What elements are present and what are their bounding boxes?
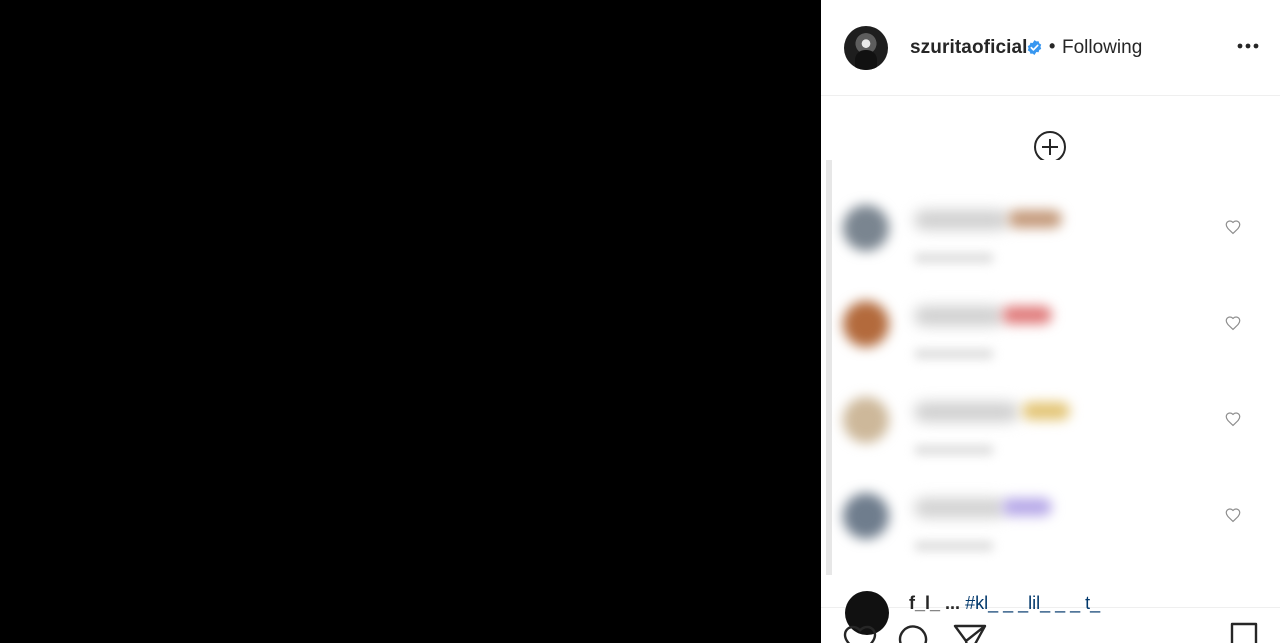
profile-avatar[interactable] [844,26,888,70]
comment-text-blurred [914,306,1004,326]
comment-like-icon[interactable] [1224,218,1242,236]
comment-like-icon[interactable] [1224,506,1242,524]
comment-emoji-blurred [1002,498,1052,516]
comment-item [826,160,1280,263]
header-separator: • [1049,36,1056,56]
comment-icon[interactable] [895,621,933,643]
following-button[interactable]: Following [1062,37,1142,59]
comment-item [826,448,1280,551]
comment-text-blurred [914,210,1009,230]
heart-icon[interactable] [841,621,879,643]
more-options-icon[interactable] [1234,36,1262,56]
load-more-comments-icon[interactable] [1033,130,1067,164]
comments-list [826,160,1280,575]
comment-emoji-blurred [1008,210,1062,228]
bookmark-icon[interactable] [1225,621,1263,643]
profile-username[interactable]: szuritaoficial [910,37,1028,59]
comment-text-blurred [914,402,1019,422]
post-media[interactable] [0,0,821,643]
comment-item [826,256,1280,359]
caption-area: f_l_ ... #kl_ _ _lil_ _ _ t_ [821,575,1280,635]
comment-avatar[interactable] [843,493,889,539]
post-actions-bar [821,608,1280,643]
verified-badge-icon [1027,40,1042,55]
comment-text-blurred [914,498,1006,518]
comment-like-icon[interactable] [1224,314,1242,332]
share-icon[interactable] [951,621,989,643]
comment-avatar[interactable] [843,301,889,347]
post-sidebar: szuritaoficial • Following f_l_ ... #kl_… [821,0,1280,643]
comment-meta-blurred [914,541,994,551]
comment-avatar[interactable] [843,205,889,251]
comment-emoji-blurred [1002,306,1052,324]
comment-item [826,352,1280,455]
post-modal: szuritaoficial • Following f_l_ ... #kl_… [0,0,1280,643]
post-header: szuritaoficial • Following [821,0,1280,96]
comment-avatar[interactable] [843,397,889,443]
comment-like-icon[interactable] [1224,410,1242,428]
comment-emoji-blurred [1022,402,1070,420]
